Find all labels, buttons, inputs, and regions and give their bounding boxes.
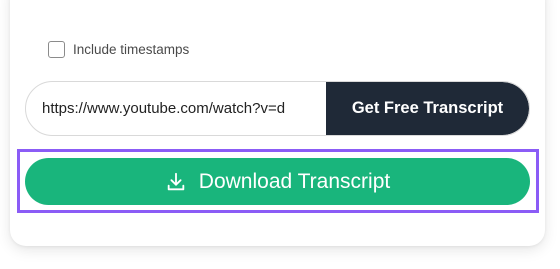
youtube-url-input[interactable] — [26, 82, 326, 135]
include-timestamps-option[interactable]: Include timestamps — [48, 41, 189, 58]
include-timestamps-label: Include timestamps — [73, 42, 190, 57]
get-free-transcript-button[interactable]: Get Free Transcript — [326, 82, 529, 135]
url-input-group: Get Free Transcript — [25, 81, 530, 136]
download-icon — [165, 171, 187, 193]
download-transcript-label: Download Transcript — [198, 169, 391, 193]
include-timestamps-checkbox[interactable] — [48, 41, 65, 58]
download-transcript-button[interactable]: Download Transcript — [25, 158, 530, 205]
